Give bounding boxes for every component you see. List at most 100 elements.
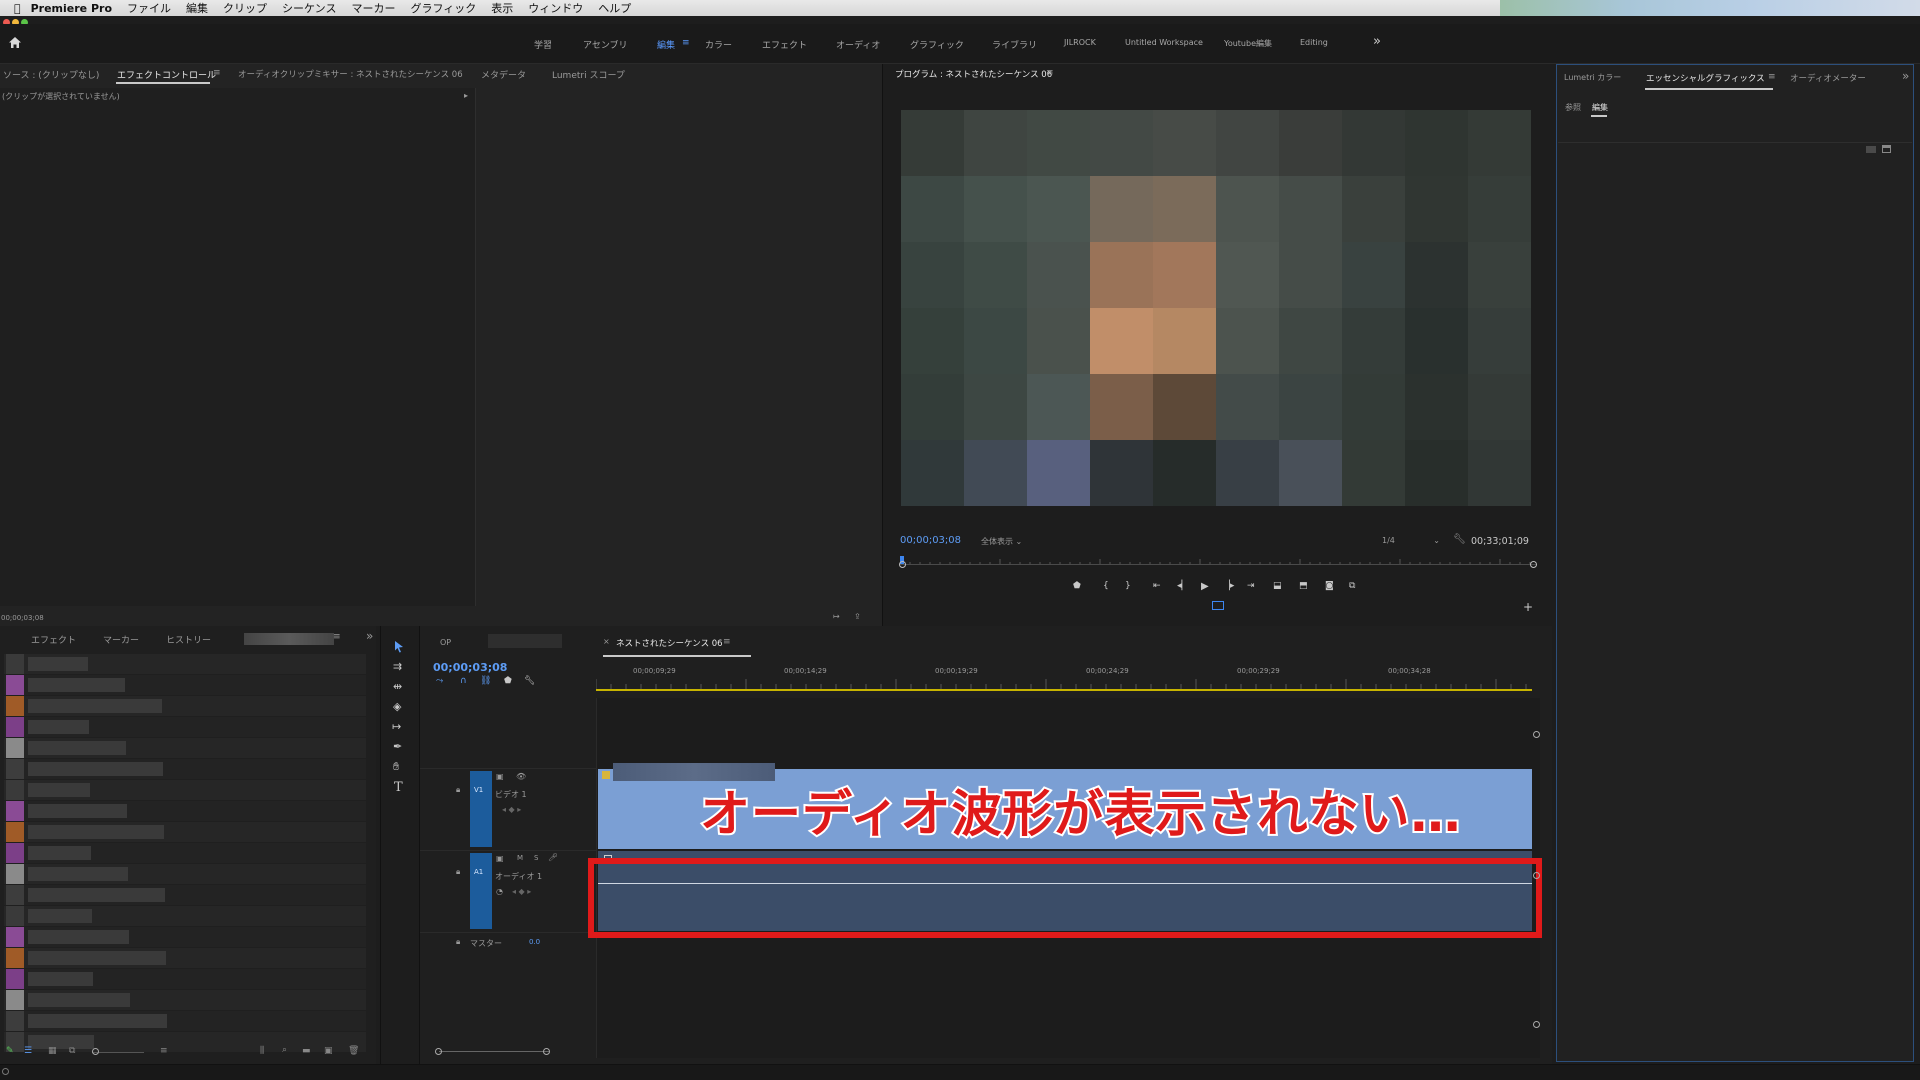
vr-video-icon[interactable]	[1212, 601, 1224, 610]
vertical-zoom-handle[interactable]	[1533, 872, 1540, 879]
work-area-bar[interactable]	[596, 689, 1532, 691]
workspace-untitled[interactable]: Untitled Workspace	[1125, 38, 1203, 47]
workspace-libraries[interactable]: ライブラリ	[992, 38, 1037, 51]
export-frame-icon[interactable]: ↦	[833, 612, 840, 621]
new-item-icon[interactable]: ▣	[324, 1046, 333, 1056]
volume-knob-icon[interactable]: ◔	[496, 887, 503, 896]
zoom-slider-handle[interactable]	[92, 1048, 99, 1055]
expand-arrow-icon[interactable]: ▸	[464, 91, 468, 100]
workspace-assembly[interactable]: アセンブリ	[583, 38, 628, 51]
list-item[interactable]	[4, 948, 366, 968]
program-menu-icon[interactable]: ≡	[1046, 68, 1054, 78]
type-tool-icon[interactable]: T	[394, 780, 403, 795]
button-editor-plus-icon[interactable]: +	[1523, 600, 1533, 614]
menu-view[interactable]: 表示	[491, 0, 513, 16]
list-item[interactable]	[4, 675, 366, 695]
menu-sequence[interactable]: シーケンス	[282, 0, 336, 16]
master-volume-value[interactable]: 0.0	[529, 938, 540, 946]
menu-edit[interactable]: 編集	[186, 0, 208, 16]
ripple-edit-tool-icon[interactable]: ⇹	[393, 680, 402, 693]
pencil-icon[interactable]: ✎	[6, 1046, 14, 1056]
essential-graphics-menu-icon[interactable]: ≡	[1768, 72, 1776, 82]
time-ruler[interactable]: 00;00;09;29 00;00;14;29 00;00;19;29 00;0…	[596, 662, 1536, 698]
workspace-learn[interactable]: 学習	[534, 38, 552, 51]
extract-icon[interactable]: ⬒	[1299, 581, 1308, 591]
apple-icon[interactable]: 	[14, 2, 21, 15]
workspace-menu-icon[interactable]: ≡	[682, 38, 690, 48]
lift-icon[interactable]: ⬓	[1273, 581, 1282, 591]
list-item[interactable]	[4, 759, 366, 779]
workspace-editing[interactable]: Editing	[1300, 38, 1328, 47]
tab-history[interactable]: ヒストリー	[166, 633, 211, 646]
sequence-tab-blurred[interactable]	[488, 634, 562, 648]
timeline-menu-icon[interactable]: ≡	[723, 637, 731, 647]
project-tab-blurred[interactable]	[244, 633, 334, 645]
tab-essential-graphics[interactable]: エッセンシャルグラフィックス	[1646, 72, 1765, 84]
tab-source[interactable]: ソース : (クリップなし)	[3, 68, 99, 81]
resolution-dropdown[interactable]: 1/4 ⌄	[1382, 536, 1440, 545]
lock-icon[interactable]: 🔒︎	[456, 937, 460, 947]
tab-effects[interactable]: エフェクト	[31, 633, 76, 646]
list-item[interactable]	[4, 738, 366, 758]
workspace-audio[interactable]: オーディオ	[836, 38, 880, 51]
subtab-browse[interactable]: 参照	[1565, 102, 1581, 113]
project-overflow-icon[interactable]: »	[366, 629, 373, 643]
mark-in-icon[interactable]: {	[1103, 581, 1109, 591]
panel-menu-icon[interactable]: ≡	[213, 68, 221, 78]
step-back-icon[interactable]: ◂▏	[1177, 581, 1188, 591]
linked-select-icon[interactable]: ⛓︎	[480, 676, 491, 686]
compare-view-icon[interactable]: ⧉	[1349, 581, 1355, 591]
add-marker-icon[interactable]: ⬟	[1073, 581, 1081, 591]
menu-graphics[interactable]: グラフィック	[410, 0, 476, 16]
menu-window[interactable]: ウィンドウ	[528, 0, 583, 16]
workspace-youtube[interactable]: Youtube編集	[1224, 38, 1272, 49]
selection-tool-icon[interactable]	[393, 640, 405, 653]
clear-icon[interactable]: 🗑︎	[348, 1046, 359, 1056]
workspace-edit[interactable]: 編集	[657, 38, 675, 51]
new-bin-icon[interactable]: ▬	[302, 1046, 311, 1056]
zoom-slider[interactable]	[92, 1052, 144, 1053]
automate-icon[interactable]: ⫼	[260, 1046, 264, 1056]
track-target-a1[interactable]	[470, 853, 492, 929]
list-item[interactable]	[4, 864, 366, 884]
program-timecode[interactable]: 00;00;03;08	[900, 535, 961, 546]
in-point-handle[interactable]	[899, 561, 906, 568]
list-item[interactable]	[4, 696, 366, 716]
workspace-color[interactable]: カラー	[705, 38, 732, 51]
list-item[interactable]	[4, 843, 366, 863]
list-item[interactable]	[4, 885, 366, 905]
snap-icon[interactable]: ∩	[460, 676, 467, 686]
sort-icon[interactable]: ≡	[160, 1046, 168, 1056]
scroll-handle-right[interactable]	[543, 1048, 550, 1055]
go-to-in-icon[interactable]: ⇤	[1153, 581, 1161, 591]
slip-tool-icon[interactable]: ↦	[392, 720, 401, 733]
tab-audio-clip-mixer[interactable]: オーディオクリップミキサー : ネストされたシーケンス 06	[238, 68, 463, 80]
tab-sequence-op[interactable]: OP	[440, 638, 451, 647]
timeline-settings-icon[interactable]: 🔧︎	[524, 676, 535, 686]
share-icon[interactable]: ⇪	[854, 612, 861, 621]
keyframe-nav[interactable]: ◂ ◆ ▸	[502, 805, 521, 814]
tab-markers[interactable]: マーカー	[103, 633, 139, 646]
new-layer-icon[interactable]	[1882, 145, 1891, 153]
tab-lumetri-color[interactable]: Lumetri カラー	[1564, 72, 1621, 83]
find-icon[interactable]: ⌕	[282, 1045, 287, 1055]
hand-tool-icon[interactable]: ✋︎	[393, 760, 399, 774]
play-icon[interactable]: ▶	[1201, 581, 1209, 592]
pen-tool-icon[interactable]: ✒	[393, 740, 402, 753]
project-menu-icon[interactable]: ≡	[333, 632, 341, 642]
list-item[interactable]	[4, 801, 366, 821]
horizontal-scrollbar[interactable]	[435, 1048, 1553, 1055]
close-sequence-tab-icon[interactable]: ×	[603, 637, 610, 646]
tab-metadata[interactable]: メタデータ	[481, 68, 526, 81]
list-item[interactable]	[4, 822, 366, 842]
tab-lumetri-scopes[interactable]: Lumetri スコープ	[552, 68, 625, 81]
eye-icon[interactable]: 👁︎	[516, 772, 526, 781]
tab-audio-meters[interactable]: オーディオメーター	[1790, 72, 1866, 84]
track-target-v1[interactable]	[470, 771, 492, 847]
scroll-handle-left[interactable]	[435, 1048, 442, 1055]
toggle-sync-lock-icon[interactable]: ▣	[496, 854, 504, 863]
menu-clip[interactable]: クリップ	[223, 0, 267, 16]
list-item[interactable]	[4, 1011, 366, 1031]
fit-dropdown[interactable]: 全体表示 ⌄	[981, 536, 1022, 547]
list-item[interactable]	[4, 927, 366, 947]
